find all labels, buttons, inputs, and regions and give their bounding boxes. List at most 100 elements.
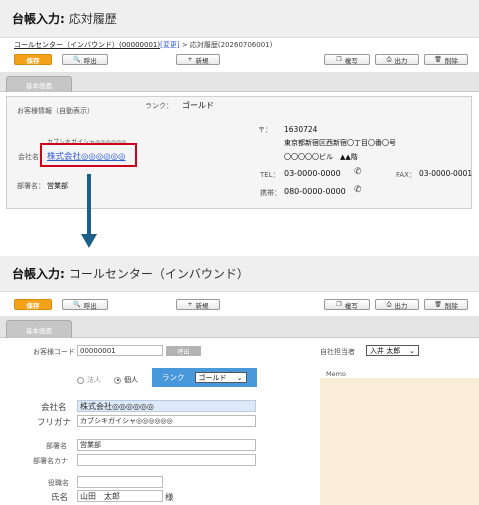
phone-icon[interactable]: ✆ [354, 185, 362, 195]
call-button-label: 呼出 [83, 56, 97, 65]
page-title: 台帳入力: 応対履歴 [0, 0, 479, 38]
delete-button-label: 削除 [444, 56, 458, 65]
corp-radio-label: 法人 [87, 376, 101, 384]
copy-button-label: 複写 [344, 301, 358, 310]
tab-strip: 基本画面 [0, 316, 479, 338]
radio-selected-icon [114, 376, 121, 384]
tab-strip: 基本画面 [0, 72, 479, 92]
save-button[interactable]: 保存 [14, 299, 52, 310]
customer-code-value: 00000001 [80, 346, 116, 355]
breadcrumb: コールセンター（インバウンド）(00000001)[変更] > 応対履歴(202… [14, 40, 272, 50]
chevron-down-icon: ⌄ [236, 373, 243, 382]
furigana-input[interactable]: カブシキガイシャ◎◎◎◎◎◎ [77, 415, 256, 427]
call-button[interactable]: 🔍 呼出 [62, 54, 108, 65]
output-button[interactable]: ⎙ 出力 [375, 299, 419, 310]
tab-basic-screen[interactable]: 基本画面 [6, 76, 72, 92]
breadcrumb-parent-link[interactable]: コールセンター（インバウンド）(00000001) [14, 41, 160, 49]
printer-icon: ⎙ [386, 55, 392, 63]
copy-button[interactable]: ❐ 複写 [324, 54, 370, 65]
fax-value: 03-0000-0001 [419, 169, 473, 178]
save-button-label: 保存 [26, 301, 40, 310]
customer-info-label: お客様情報（自動表示） [17, 107, 94, 115]
new-button-label: 新規 [195, 301, 209, 310]
tel-value: 03-0000-0000 [284, 169, 341, 178]
postal-label: 〒： [258, 126, 272, 134]
company-label: 会社名 [41, 403, 67, 413]
dept-kana-input[interactable] [77, 454, 256, 466]
phone-icon[interactable]: ✆ [354, 167, 362, 177]
delete-button[interactable]: 🗑 削除 [424, 54, 468, 65]
breadcrumb-current: 応対履歴(20260706001) [189, 41, 273, 49]
chevron-down-icon: ⌄ [409, 346, 415, 355]
rank-select[interactable]: ゴールド ⌄ [194, 372, 247, 383]
individual-radio-label: 個人 [124, 376, 138, 384]
delete-button-label: 削除 [444, 301, 458, 310]
rank-value: ゴールド [198, 373, 227, 382]
postal-value: 1630724 [284, 125, 318, 134]
dept-kana-label: 部署名カナ [33, 457, 68, 465]
company-name-value: 株式会社◎◎◎◎◎◎ [80, 401, 154, 411]
new-button[interactable]: + 新規 [176, 299, 220, 310]
new-button[interactable]: + 新規 [176, 54, 220, 65]
customer-code-input[interactable]: 00000001 [77, 345, 163, 356]
page-title-text: 応対履歴 [68, 12, 117, 26]
last-name-value: 山田 [80, 491, 96, 501]
output-button[interactable]: ⎙ 出力 [375, 54, 419, 65]
trash-icon: 🗑 [434, 300, 442, 308]
transition-arrow-stem [87, 174, 91, 236]
search-icon: 🔍 [73, 55, 81, 63]
rank-bar: ランク ゴールド ⌄ [152, 368, 257, 387]
rank-value: ゴールド [182, 101, 214, 110]
dept-input[interactable]: 営業部 [77, 439, 256, 451]
dept-label: 部署名： [17, 182, 45, 190]
page-title-prefix: 台帳入力: [12, 267, 65, 281]
page-title-text: コールセンター（インバウンド） [68, 267, 249, 281]
save-button-label: 保存 [26, 56, 40, 65]
first-name-value: 太郎 [104, 491, 120, 501]
output-button-label: 出力 [394, 301, 408, 310]
copy-button[interactable]: ❐ 複写 [324, 299, 370, 310]
copy-icon: ❐ [336, 300, 342, 308]
copy-icon: ❐ [336, 55, 342, 63]
position-input[interactable] [77, 476, 163, 488]
person-in-charge-label: 自社担当者 [320, 348, 355, 356]
plus-icon: + [187, 300, 193, 308]
highlight-box [40, 143, 137, 167]
tab-basic-screen[interactable]: 基本画面 [6, 320, 72, 338]
mobile-value: 080-0000-0000 [284, 187, 346, 196]
company-name-input[interactable]: 株式会社◎◎◎◎◎◎ [77, 400, 256, 412]
customer-call-button[interactable]: 呼出 [166, 346, 201, 356]
furigana-value: カブシキガイシャ◎◎◎◎◎◎ [80, 417, 173, 425]
breadcrumb-change-link[interactable]: [変更] [160, 41, 179, 49]
toolbar: 保存 🔍 呼出 + 新規 ❐ 複写 ⎙ 出力 🗑 削除 [0, 296, 479, 314]
customer-code-label: お客様コード [33, 348, 75, 356]
fax-label: FAX： [396, 171, 416, 179]
rank-label: ランク： [145, 102, 173, 110]
honorific-label: 様 [165, 493, 174, 503]
radio-icon [77, 376, 84, 384]
trash-icon: 🗑 [434, 55, 442, 63]
memo-textarea[interactable] [320, 378, 479, 505]
name-input[interactable]: 山田 太郎 [77, 490, 163, 502]
mobile-label: 携帯： [260, 189, 281, 197]
dept-value: 営業部 [47, 182, 68, 190]
individual-radio[interactable]: 個人 [114, 375, 138, 385]
furigana-label: フリガナ [37, 418, 72, 428]
call-button-label: 呼出 [83, 301, 97, 310]
memo-label: Memo [326, 370, 346, 378]
call-button[interactable]: 🔍 呼出 [62, 299, 108, 310]
search-icon: 🔍 [73, 300, 81, 308]
copy-button-label: 複写 [344, 56, 358, 65]
page-title-prefix: 台帳入力: [12, 12, 65, 26]
corp-radio[interactable]: 法人 [77, 375, 101, 385]
company-label: 会社名: [18, 153, 42, 161]
name-label: 氏名 [51, 493, 69, 503]
save-button[interactable]: 保存 [14, 54, 52, 65]
position-label: 役職名 [48, 479, 69, 487]
person-in-charge-value: 入井 太郎 [370, 346, 401, 355]
address-line2: 〇〇〇〇〇ビル ▲▲階 [284, 153, 358, 161]
delete-button[interactable]: 🗑 削除 [424, 299, 468, 310]
person-in-charge-select[interactable]: 入井 太郎 ⌄ [366, 345, 419, 356]
history-panel: 台帳入力: 応対履歴 コールセンター（インバウンド）(00000001)[変更]… [0, 0, 479, 218]
rank-label: ランク [162, 373, 185, 382]
